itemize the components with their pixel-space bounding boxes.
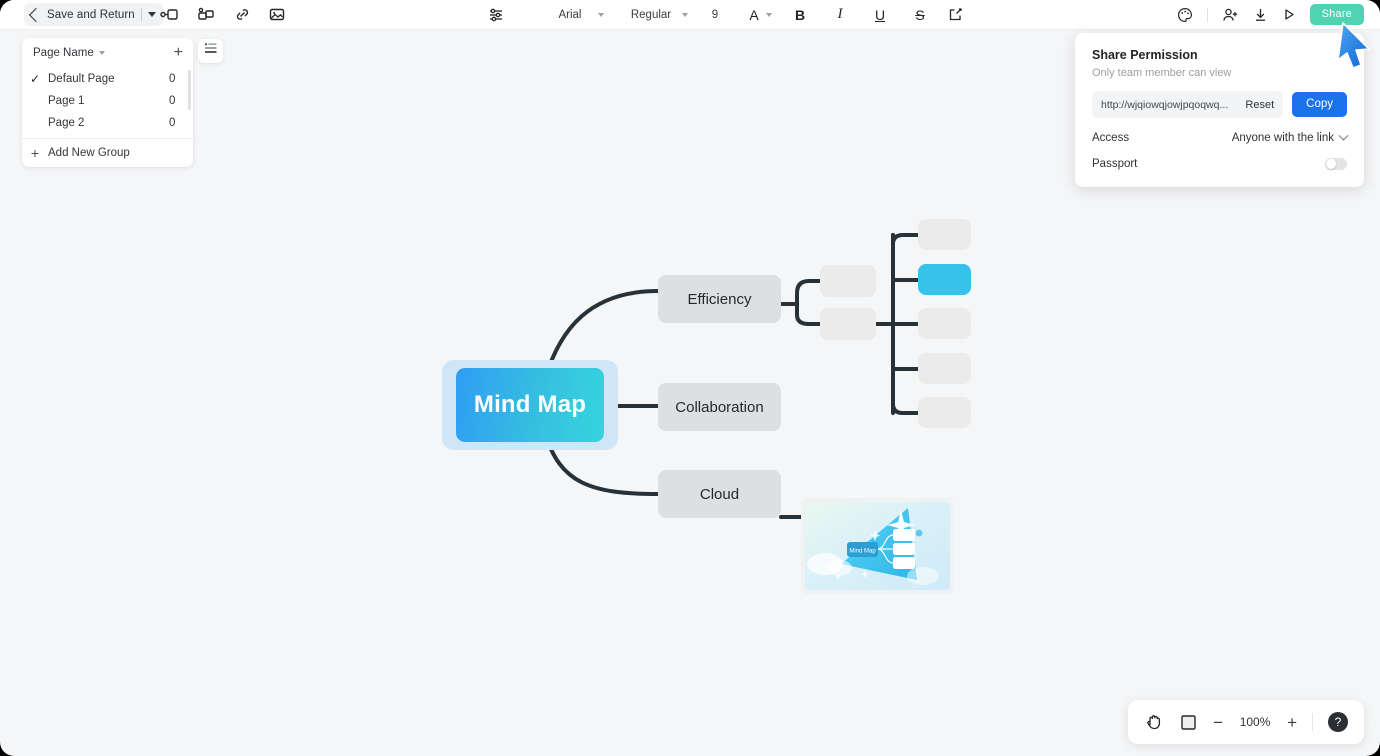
copy-link-button[interactable]: Copy — [1292, 92, 1347, 117]
underline-button[interactable]: U — [868, 3, 892, 27]
access-label: Access — [1092, 132, 1130, 144]
caret-down-icon[interactable] — [682, 12, 688, 17]
divider — [1312, 713, 1313, 731]
share-panel-subtitle: Only team member can view — [1092, 67, 1232, 79]
text-color-button[interactable]: A — [742, 3, 766, 27]
right-tools: Share — [1177, 0, 1364, 29]
add-person-icon[interactable] — [1222, 7, 1239, 23]
share-link-row: http://wjqiowqjowjpqoqwq... Reset Copy — [1092, 91, 1347, 118]
strikethrough-button[interactable]: S — [908, 3, 932, 27]
zoom-level-label: 100% — [1239, 715, 1271, 729]
passport-toggle[interactable] — [1325, 158, 1347, 170]
passport-row: Passport — [1092, 158, 1347, 170]
branch-node-label: Cloud — [699, 485, 740, 503]
share-permission-panel: Share Permission Only team member can vi… — [1075, 33, 1364, 187]
chevron-down-icon — [1338, 130, 1349, 141]
caret-down-icon[interactable] — [147, 12, 156, 17]
passport-label: Passport — [1092, 158, 1138, 170]
reset-link-button[interactable]: Reset — [1241, 99, 1274, 111]
access-dropdown[interactable]: Anyone with the link — [1231, 130, 1349, 144]
image-icon[interactable] — [269, 7, 285, 22]
share-url-text: http://wjqiowqjowjpqoqwq... — [1101, 98, 1229, 111]
branch-node-label: Efficiency — [687, 290, 752, 308]
font-size-select[interactable]: 9 — [704, 9, 726, 21]
share-panel-title: Share Permission — [1092, 48, 1198, 62]
add-node-icon[interactable] — [160, 7, 179, 22]
caret-down-icon[interactable] — [766, 12, 772, 17]
branch-node-label: Collaboration — [675, 398, 764, 416]
sub-node-right-3[interactable] — [918, 308, 971, 339]
font-weight-select[interactable]: Regular — [620, 9, 682, 21]
italic-button[interactable]: I — [828, 3, 852, 27]
thumbnail-node-label: Mind Map — [849, 549, 876, 555]
root-node-label: Mind Map — [473, 391, 587, 418]
sub-node-right-4[interactable] — [918, 353, 971, 384]
branch-node-collaboration[interactable]: Collaboration — [658, 383, 781, 431]
insert-tools — [160, 0, 285, 29]
add-topic-icon[interactable] — [197, 7, 216, 22]
sub-node-right-1[interactable] — [918, 219, 971, 250]
link-icon[interactable] — [234, 7, 251, 22]
sub-node-efficiency-2[interactable] — [820, 308, 876, 340]
sub-node-right-2-active[interactable] — [918, 264, 971, 295]
branch-node-cloud[interactable]: Cloud — [658, 470, 781, 518]
zoom-in-button[interactable]: + — [1287, 714, 1297, 731]
play-icon[interactable] — [1282, 7, 1296, 22]
caret-down-icon[interactable] — [598, 12, 604, 17]
top-toolbar: Save and Return Arial Regular 9 A B I U … — [0, 0, 1380, 30]
hand-icon[interactable] — [1144, 712, 1164, 732]
fit-screen-icon[interactable] — [1179, 713, 1198, 732]
sub-node-efficiency-1[interactable] — [820, 265, 876, 297]
share-link-box[interactable]: http://wjqiowqjowjpqoqwq... Reset — [1092, 91, 1284, 118]
help-button[interactable]: ? — [1328, 712, 1348, 732]
app-window: Save and Return Arial Regular 9 A B I U … — [0, 0, 1380, 756]
font-family-select[interactable]: Arial — [542, 9, 598, 21]
root-node[interactable]: Mind Map — [456, 368, 604, 442]
palette-icon[interactable] — [1177, 7, 1193, 23]
sub-node-right-5[interactable] — [918, 397, 971, 428]
branch-node-efficiency[interactable]: Efficiency — [658, 275, 781, 323]
zoom-toolbar: − 100% + ? — [1128, 700, 1364, 744]
image-node[interactable]: Mind Map — [801, 498, 954, 594]
zoom-out-button[interactable]: − — [1213, 714, 1223, 731]
divider — [140, 8, 142, 21]
text-format-tools: Arial Regular 9 A B I U S — [488, 0, 963, 29]
access-row: Access Anyone with the link — [1092, 130, 1349, 144]
mindmap-thumbnail-illustration: Mind Map — [805, 502, 950, 590]
bold-button[interactable]: B — [788, 3, 812, 27]
divider — [1206, 7, 1208, 22]
chevron-left-icon — [28, 7, 44, 22]
save-and-return-button[interactable]: Save and Return — [24, 3, 163, 26]
save-and-return-label: Save and Return — [47, 8, 135, 21]
external-link-icon[interactable] — [948, 7, 963, 22]
sliders-icon[interactable] — [488, 7, 504, 22]
download-icon[interactable] — [1253, 7, 1268, 23]
access-value: Anyone with the link — [1231, 132, 1334, 144]
share-button[interactable]: Share — [1309, 4, 1364, 25]
